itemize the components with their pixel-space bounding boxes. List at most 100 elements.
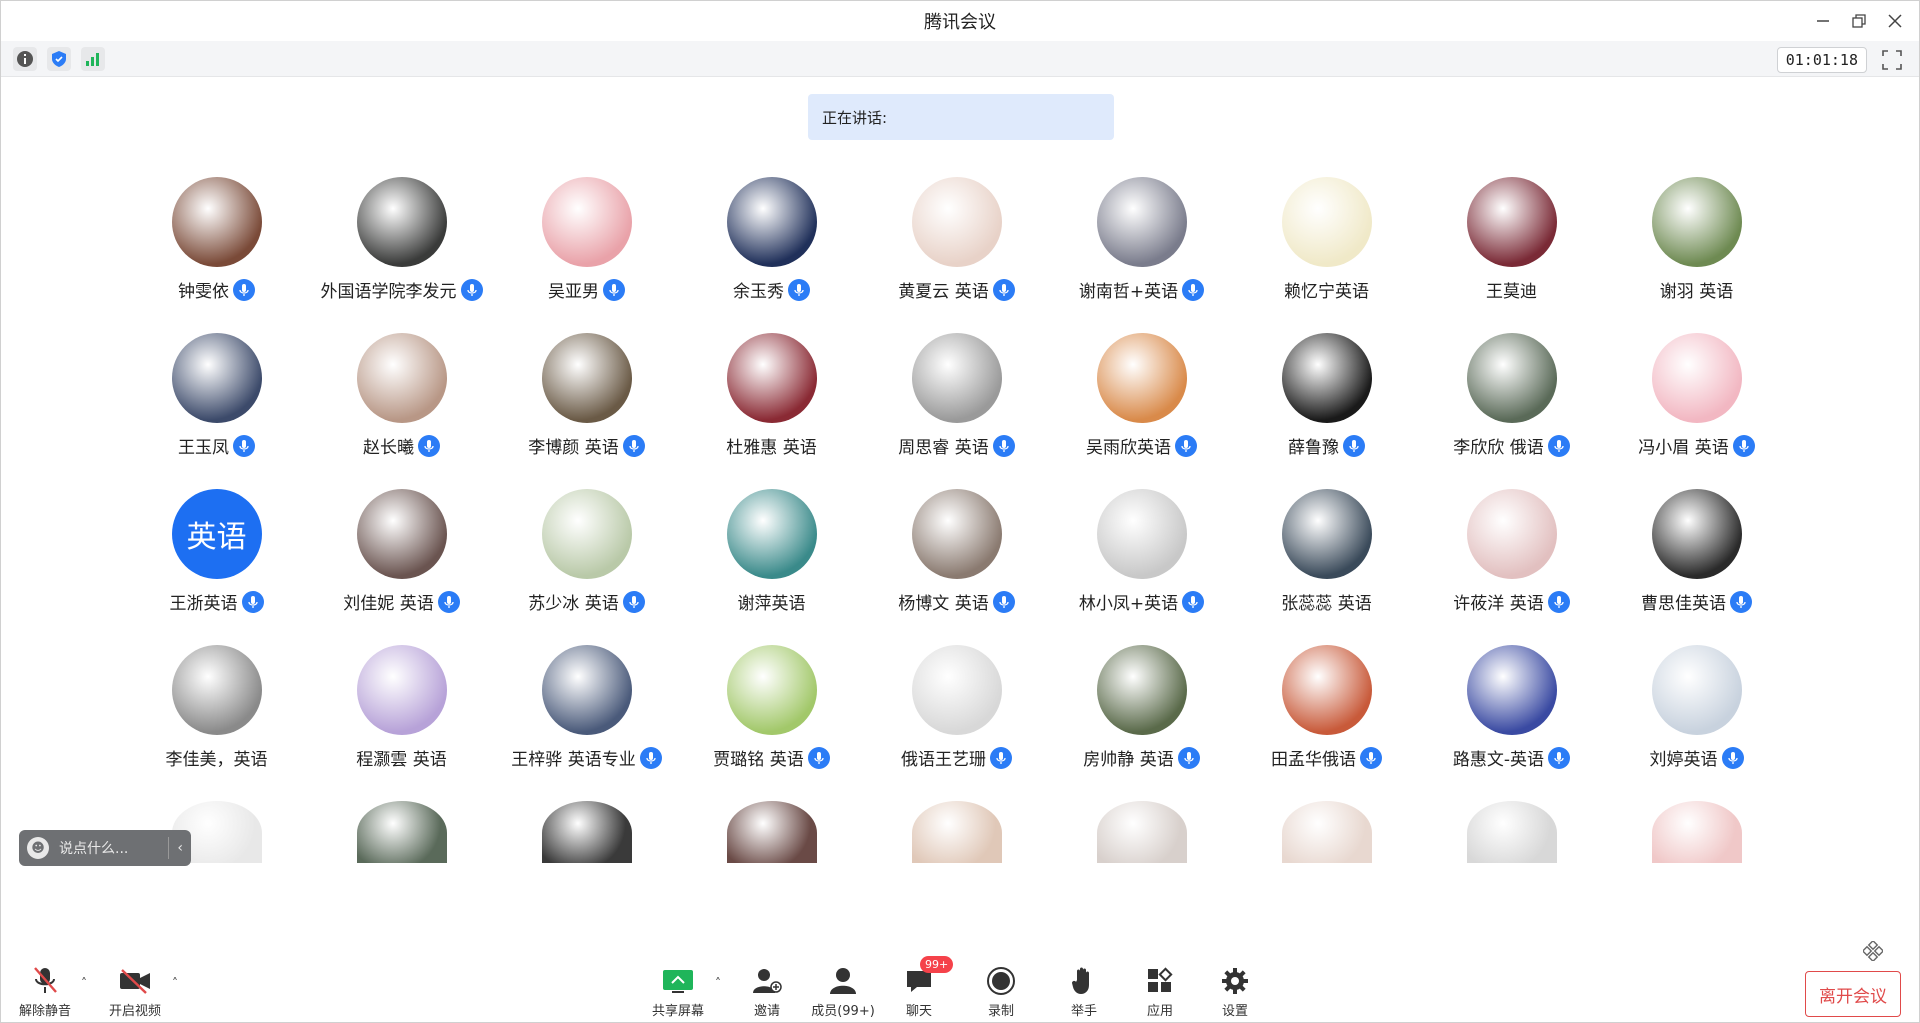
participant-tile[interactable]: 谢萍英语 [679,489,864,645]
chat-placeholder[interactable]: 说点什么... [59,838,128,858]
participant-tile-partial[interactable] [1604,801,1789,863]
participant-tile[interactable]: 房帅静 英语 [1049,645,1234,801]
participant-tile[interactable]: 刘婷英语 [1604,645,1789,801]
participant-name-row: 李欣欣 俄语 [1453,433,1570,458]
signal-icon[interactable] [81,46,105,71]
mic-icon [788,278,810,301]
participant-name-row: 吴雨欣英语 [1086,433,1197,458]
audio-options-chevron-icon[interactable]: ˄ [81,976,87,990]
video-options-chevron-icon[interactable]: ˄ [172,976,178,990]
share-options-chevron-icon[interactable]: ˄ [715,976,721,990]
participant-tile-partial[interactable] [1234,801,1419,863]
participant-tile[interactable]: 李博颜 英语 [494,333,679,489]
avatar [726,801,817,863]
mic-icon [1721,746,1744,769]
leave-meeting-button[interactable]: 离开会议 [1805,971,1901,1017]
participant-tile[interactable]: 王梓骅 英语专业 [494,645,679,801]
start-video-button[interactable]: 开启视频 [95,956,175,1022]
participant-tile[interactable]: 王玉凤 [124,333,309,489]
participant-tile[interactable]: 贾璐铭 英语 [679,645,864,801]
members-button[interactable]: 成员(99+) [803,956,883,1022]
participant-tile[interactable]: 薛鲁豫 [1234,333,1419,489]
participant-tile-partial[interactable] [864,801,1049,863]
participant-name: 杨博文 英语 [898,594,989,614]
settings-button[interactable]: 设置 [1195,956,1275,1022]
layout-grid-icon[interactable] [1861,939,1885,963]
participant-name-row: 李佳美，英语 [166,745,268,770]
participant-tile[interactable]: 赵长曦 [309,333,494,489]
participant-tile-partial[interactable] [679,801,864,863]
apps-button[interactable]: 应用 [1120,956,1200,1022]
avatar [911,489,1002,579]
start-video-label: 开启视频 [108,1004,161,1019]
unmute-button[interactable]: 解除静音 [5,956,85,1022]
participant-name: 黄夏云 英语 [898,282,989,302]
participant-tile[interactable]: 王莫迪 [1419,177,1604,333]
participant-name: 钟雯依 [178,282,229,302]
participant-name: 程灏雲 英语 [356,750,447,770]
mic-icon [1547,590,1570,613]
participant-tile[interactable]: 黄夏云 英语 [864,177,1049,333]
close-icon[interactable] [1881,7,1909,35]
participant-name-row: 赵长曦 [363,433,440,458]
avatar [356,177,447,267]
participant-tile[interactable]: 林小凤+英语 [1049,489,1234,645]
restore-icon[interactable] [1845,7,1873,35]
fullscreen-icon[interactable] [1879,47,1905,73]
participant-tile[interactable]: 钟雯依 [124,177,309,333]
emoji-icon[interactable]: ☻ [27,837,49,859]
participant-tile[interactable]: 吴雨欣英语 [1049,333,1234,489]
participant-tile[interactable]: 俄语王艺珊 [864,645,1049,801]
share-screen-icon [661,964,695,998]
participant-tile[interactable]: 外国语学院李发元 [309,177,494,333]
participant-tile[interactable]: 杜雅惠 英语 [679,333,864,489]
participant-tile[interactable]: 英语 王浙英语 [124,489,309,645]
avatar [171,645,262,735]
settings-label: 设置 [1221,1004,1248,1019]
participant-tile[interactable]: 程灏雲 英语 [309,645,494,801]
collapse-chevron-icon[interactable]: ‹ [177,840,183,856]
participant-tile[interactable]: 路惠文-英语 [1419,645,1604,801]
participant-tile[interactable]: 谢羽 英语 [1604,177,1789,333]
participant-tile[interactable]: 许莜洋 英语 [1419,489,1604,645]
participant-tile[interactable]: 吴亚男 [494,177,679,333]
raise-hand-button[interactable]: 举手 [1044,956,1124,1022]
participant-tile-partial[interactable] [1419,801,1604,863]
participant-tile[interactable]: 余玉秀 [679,177,864,333]
participant-name-row: 余玉秀 [733,277,810,302]
participant-grid: 钟雯依 外国语学院李发元 吴亚男 余玉秀 黄夏云 英语 谢南哲+英语 赖忆宁英语 王莫迪 谢羽 … [124,177,1804,863]
invite-button[interactable]: 邀请 [727,956,807,1022]
participant-tile[interactable]: 张蕊蕊 英语 [1234,489,1419,645]
participant-name-row: 路惠文-英语 [1453,745,1571,770]
participant-name-row: 张蕊蕊 英语 [1281,589,1371,614]
participant-tile[interactable]: 曹思佳英语 [1604,489,1789,645]
participant-name: 曹思佳英语 [1641,594,1726,614]
record-button[interactable]: 录制 [961,956,1041,1022]
participant-tile[interactable]: 赖忆宁英语 [1234,177,1419,333]
participant-tile[interactable]: 田孟华俄语 [1234,645,1419,801]
participant-tile[interactable]: 谢南哲+英语 [1049,177,1234,333]
info-icon[interactable] [13,46,37,71]
chat-input-pill[interactable]: ☻ 说点什么... ‹ [19,830,191,866]
shield-icon[interactable] [47,46,71,71]
participant-tile[interactable]: 杨博文 英语 [864,489,1049,645]
participant-tile[interactable]: 苏少冰 英语 [494,489,679,645]
avatar [1096,489,1187,579]
avatar [356,645,447,735]
share-screen-button[interactable]: 共享屏幕 [638,956,718,1022]
meeting-timer: 01:01:18 [1776,47,1867,73]
participant-tile[interactable]: 刘佳妮 英语 [309,489,494,645]
mic-icon [1182,278,1205,301]
participant-tile-partial[interactable] [1049,801,1234,863]
avatar [1651,177,1742,267]
minimize-icon[interactable] [1809,7,1837,35]
participant-tile-partial[interactable] [494,801,679,863]
participant-tile-partial[interactable] [309,801,494,863]
participant-name-row: 杨博文 英语 [898,589,1015,614]
participant-name: 许莜洋 英语 [1453,594,1544,614]
participant-tile[interactable]: 周思睿 英语 [864,333,1049,489]
participant-tile[interactable]: 李佳美，英语 [124,645,309,801]
participant-tile[interactable]: 李欣欣 俄语 [1419,333,1604,489]
chat-button[interactable]: 99+ 聊天 [879,956,959,1022]
participant-tile[interactable]: 冯小眉 英语 [1604,333,1789,489]
